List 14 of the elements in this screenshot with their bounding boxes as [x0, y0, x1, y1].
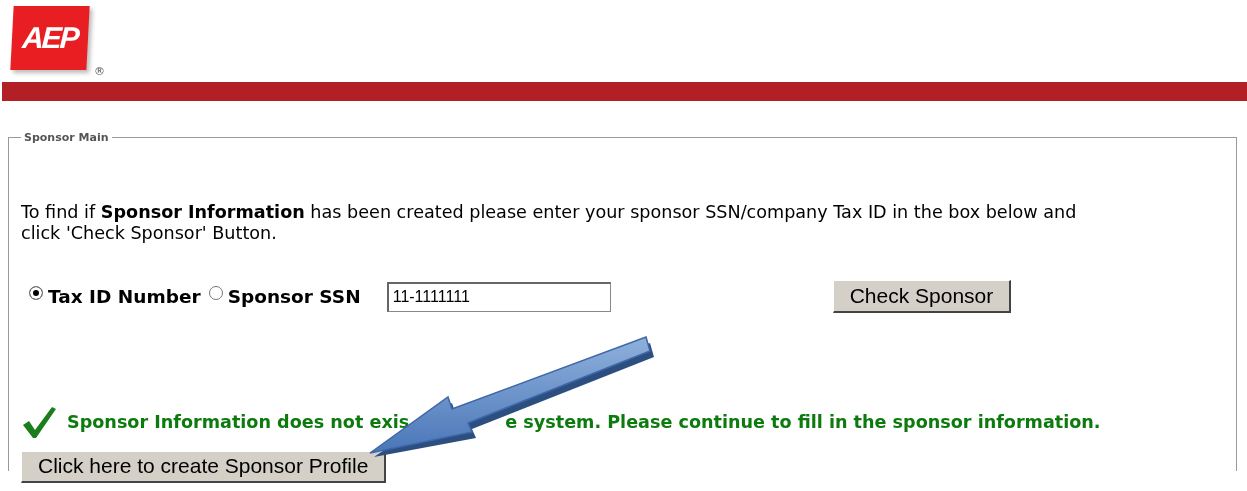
radio-label: Sponsor SSN: [227, 286, 361, 307]
status-message: Sponsor Information does not exis: [67, 412, 410, 432]
panel-legend: Sponsor Main: [21, 131, 112, 144]
registered-mark: ®: [94, 65, 105, 78]
status-message: e system. Please continue to fill in the sponsor information.: [505, 412, 1101, 432]
radio-button[interactable]: [29, 286, 43, 300]
instructions-text: To find if Sponsor Information has been created please enter your sponsor SSN/company Tax ID in the box below and click 'Check Sponsor' Button.: [21, 202, 1078, 244]
create-profile-button[interactable]: Click here to create Sponsor Profile: [21, 451, 387, 483]
radio-button[interactable]: [208, 286, 223, 300]
radio-label: Tax ID Number: [48, 286, 201, 307]
check-sponsor-button[interactable]: Check Sponsor: [832, 280, 1012, 313]
logo: AEP: [10, 6, 90, 70]
checkmark-icon: [21, 405, 57, 439]
id-number-field[interactable]: 11-1111111: [386, 281, 611, 312]
